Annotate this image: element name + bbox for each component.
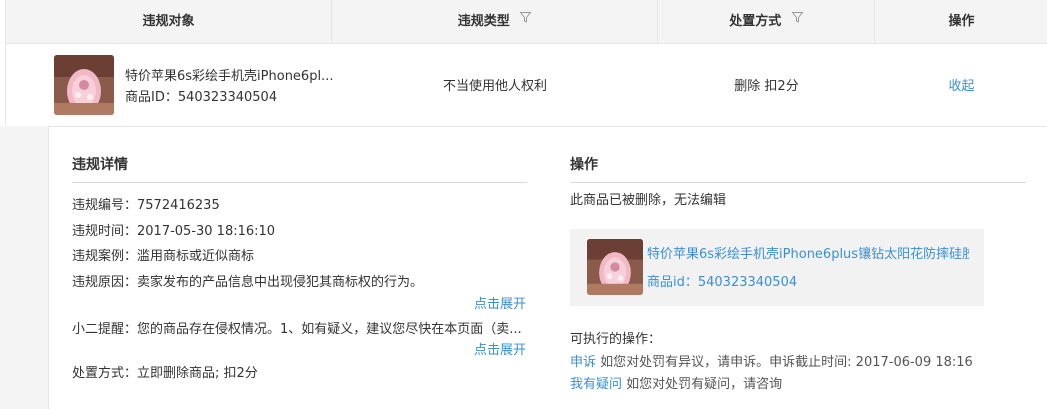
header-method[interactable]: 处置方式: [658, 0, 875, 44]
question-link[interactable]: 我有疑问: [570, 377, 622, 392]
header-action: 操作: [948, 14, 975, 29]
card-product-id[interactable]: 商品id：540323340504: [647, 271, 797, 290]
product-title[interactable]: 特价苹果6s彩绘手机壳iPhone6pl...: [125, 65, 333, 84]
question-row: 我有疑问 如您对处罚有疑问，请咨询: [570, 373, 782, 392]
deleted-note: 此商品已被删除，无法编辑: [570, 193, 727, 208]
violation-reason: 违规原因：卖家发布的产品信息中出现侵犯其商标权的行为。: [72, 275, 424, 290]
detail-gutter: [0, 126, 48, 409]
violation-time: 违规时间：2017-05-30 18:16:10: [72, 224, 276, 239]
appeal-text: 如您对处罚有异议，请申诉。申诉截止时间: 2017-06-09 18:16: [600, 355, 973, 370]
reminder-text: 小二提醒：您的商品存在侵权情况。1、如有疑义，建议您尽快在本页面（卖...: [72, 322, 522, 337]
question-text: 如您对处罚有疑问，请咨询: [626, 377, 783, 392]
table-row: 特价苹果6s彩绘手机壳iPhone6pl... 商品ID：54032334050…: [5, 44, 1047, 126]
header-object: 违规对象: [6, 0, 332, 44]
table-header: 违规对象 违规类型 处置方式 操作: [5, 0, 1047, 44]
appeal-row: 申诉 如您对处罚有异议，请申诉。申诉截止时间: 2017-06-09 18:16: [570, 351, 973, 370]
header-type[interactable]: 违规类型: [332, 0, 658, 44]
violation-case: 违规案例：滥用商标或近似商标: [72, 249, 255, 264]
filter-icon[interactable]: [519, 0, 532, 42]
expand-link[interactable]: 点击展开: [474, 339, 526, 358]
appeal-link[interactable]: 申诉: [570, 355, 596, 370]
violation-number: 违规编号：7572416235: [72, 198, 220, 213]
collapse-link[interactable]: 收起: [875, 75, 1047, 94]
disposal-detail: 处置方式：立即删除商品; 扣2分: [72, 366, 258, 381]
detail-title: 违规详情: [72, 154, 527, 183]
product-thumbnail[interactable]: [587, 239, 643, 295]
filter-icon[interactable]: [791, 0, 804, 42]
expand-link[interactable]: 点击展开: [474, 293, 526, 312]
available-actions-label: 可执行的操作：: [570, 332, 662, 347]
operation-title: 操作: [570, 154, 1026, 183]
detail-panel: 违规详情 违规编号：7572416235 违规时间：2017-05-30 18:…: [48, 126, 1047, 409]
product-thumbnail[interactable]: [54, 55, 114, 115]
product-id: 商品ID：540323340504: [125, 90, 278, 105]
violation-type: 不当使用他人权利: [442, 79, 547, 94]
disposal-method: 删除 扣2分: [734, 79, 799, 94]
card-product-title[interactable]: 特价苹果6s彩绘手机壳iPhone6plus镶钻太阳花防摔硅胶(: [647, 243, 969, 262]
product-card: 特价苹果6s彩绘手机壳iPhone6plus镶钻太阳花防摔硅胶( 商品id：54…: [570, 229, 984, 306]
